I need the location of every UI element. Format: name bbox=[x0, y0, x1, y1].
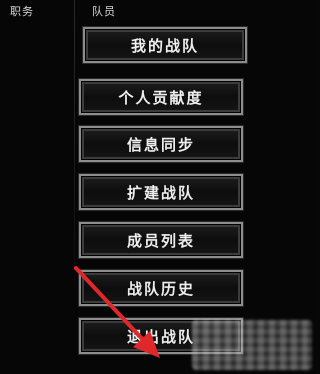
column-header-member: 队员 bbox=[92, 5, 116, 18]
my-team-button[interactable]: 我的战队 bbox=[82, 26, 248, 64]
team-panel: 职务 队员 我的战队 个人贡献度 信息同步 扩建战队 成员列表 战队历史 退出战… bbox=[0, 0, 315, 374]
column-divider bbox=[74, 0, 75, 300]
leave-team-label: 退出战队 bbox=[126, 327, 195, 346]
team-history-button[interactable]: 战队历史 bbox=[78, 269, 244, 307]
column-header-position: 职务 bbox=[10, 5, 34, 18]
expand-team-label: 扩建战队 bbox=[126, 183, 195, 202]
personal-contribution-label: 个人贡献度 bbox=[118, 88, 204, 107]
personal-contribution-button[interactable]: 个人贡献度 bbox=[78, 78, 244, 116]
info-sync-button[interactable]: 信息同步 bbox=[78, 125, 244, 163]
header-bar: 职务 队员 bbox=[0, 0, 315, 22]
my-team-label: 我的战队 bbox=[130, 36, 199, 55]
team-history-label: 战队历史 bbox=[126, 279, 195, 298]
expand-team-button[interactable]: 扩建战队 bbox=[78, 173, 244, 211]
info-sync-label: 信息同步 bbox=[126, 135, 195, 154]
member-list-label: 成员列表 bbox=[126, 231, 195, 250]
blurred-watermark bbox=[192, 320, 312, 370]
member-list-button[interactable]: 成员列表 bbox=[78, 221, 244, 259]
